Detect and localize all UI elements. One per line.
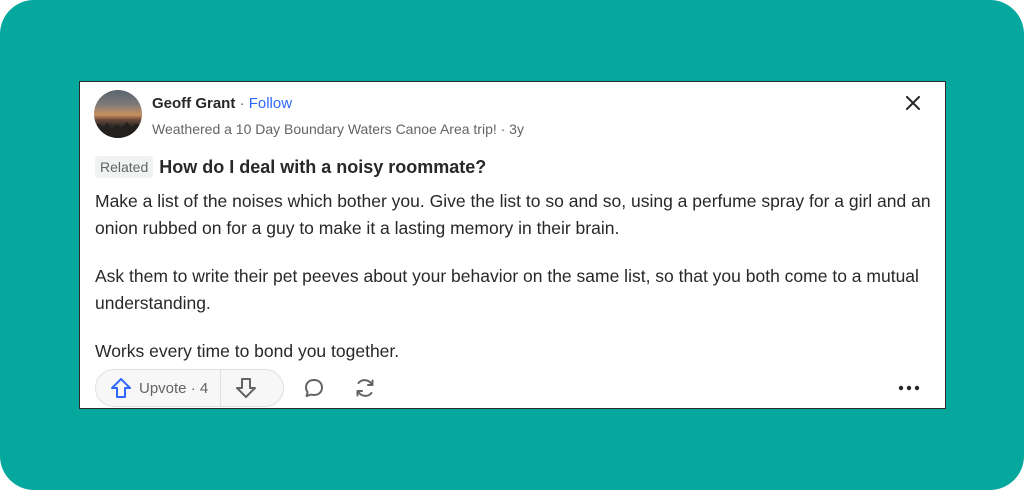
question-title[interactable]: How do I deal with a noisy roommate? bbox=[159, 156, 486, 178]
share-button[interactable] bbox=[350, 373, 380, 403]
close-icon bbox=[906, 96, 920, 110]
author-credential: Weathered a 10 Day Boundary Waters Canoe… bbox=[152, 121, 524, 137]
close-button[interactable] bbox=[902, 92, 924, 114]
answer-paragraph: Make a list of the noises which bother y… bbox=[95, 191, 931, 238]
answer-paragraph: Ask them to write their pet peeves about… bbox=[95, 266, 919, 313]
avatar[interactable] bbox=[94, 90, 142, 138]
upvote-arrow-icon bbox=[111, 378, 131, 398]
action-bar: Upvote · 4 bbox=[95, 369, 935, 407]
answer-paragraph: Works every time to bond you together. bbox=[95, 341, 400, 361]
share-icon bbox=[356, 379, 374, 397]
more-options-button[interactable] bbox=[894, 373, 924, 403]
separator: · bbox=[239, 95, 245, 112]
avatar-image bbox=[94, 121, 142, 138]
answer-card: Geoff Grant · Follow Weathered a 10 Day … bbox=[79, 81, 946, 409]
upvote-button[interactable]: Upvote · 4 bbox=[96, 370, 222, 406]
follow-link[interactable]: Follow bbox=[249, 95, 292, 112]
related-chip: Related bbox=[95, 156, 154, 178]
comment-icon bbox=[305, 379, 323, 397]
author-line: Geoff Grant · Follow bbox=[152, 95, 292, 113]
author-name[interactable]: Geoff Grant bbox=[152, 95, 235, 112]
comment-button[interactable] bbox=[299, 373, 329, 403]
downvote-button[interactable] bbox=[221, 370, 271, 406]
downvote-arrow-icon bbox=[236, 378, 257, 398]
more-options-icon bbox=[898, 385, 920, 391]
related-question-row: Related How do I deal with a noisy roomm… bbox=[95, 156, 486, 178]
upvote-label: Upvote · 4 bbox=[139, 379, 209, 397]
vote-pill: Upvote · 4 bbox=[95, 369, 284, 407]
answer-body: Make a list of the noises which bother y… bbox=[95, 188, 935, 386]
